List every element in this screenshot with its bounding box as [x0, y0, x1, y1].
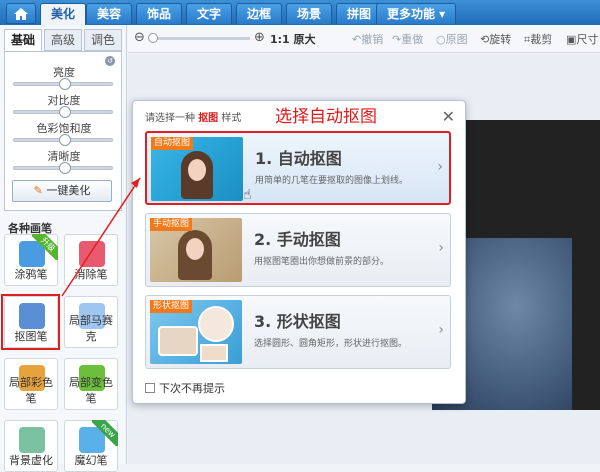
- brush-bg-blur[interactable]: 背景虚化: [4, 420, 58, 472]
- brush-local-color[interactable]: 局部彩色笔: [4, 358, 58, 410]
- eraser-icon: [79, 241, 105, 267]
- crop-label: 裁剪: [530, 33, 553, 46]
- brightness-knob[interactable]: [59, 78, 71, 90]
- brush-doodle[interactable]: 升级 涂鸦笔: [4, 234, 58, 286]
- tab-text[interactable]: 文字: [186, 3, 233, 24]
- sharpness-knob[interactable]: [59, 162, 71, 174]
- option-auto-cutout[interactable]: 自动抠图 1. 自动抠图 用简单的几笔在要抠取的图像上划线。 › ☝: [145, 131, 451, 205]
- brush-label: 局部变色笔: [69, 376, 113, 405]
- option-title: 1. 自动抠图: [255, 149, 342, 168]
- brush-mosaic[interactable]: 局部马赛克: [64, 296, 118, 348]
- home-button[interactable]: [6, 3, 36, 24]
- option-shape-cutout[interactable]: 形状抠图 3. 形状抠图 选择圆形、圆角矩形，形状进行抠图。 ›: [145, 295, 451, 369]
- subtab-bar: 基础 高级 调色: [4, 29, 122, 51]
- new-badge: new: [92, 420, 118, 446]
- subtab-basic[interactable]: 基础: [4, 29, 42, 51]
- brush-label: 消除笔: [74, 268, 108, 281]
- brightness-slider[interactable]: [13, 78, 113, 90]
- rotate-icon: ⟲: [480, 33, 490, 46]
- close-icon[interactable]: ✕: [442, 107, 455, 126]
- tab-accessories[interactable]: 饰品: [136, 3, 183, 24]
- saturation-knob[interactable]: [59, 134, 71, 146]
- brush-label: 局部马赛克: [69, 314, 113, 343]
- contrast-knob[interactable]: [59, 106, 71, 118]
- dialog-hint: 请选择一种 抠图 样式: [145, 113, 242, 124]
- cutout-brush-highlight: [1, 294, 60, 350]
- home-icon: [14, 7, 28, 20]
- saturation-slider[interactable]: [13, 134, 113, 146]
- dont-show-checkbox[interactable]: [145, 383, 155, 393]
- left-panel: 基础 高级 调色 ↺ 亮度 对比度 色彩饱和度 清晰度 ✎ 一键美化 各种画笔 …: [0, 25, 127, 472]
- option-title: 2. 手动抠图: [254, 230, 341, 249]
- tab-beautify[interactable]: 美化: [40, 3, 87, 25]
- resize-icon: ▣: [566, 33, 577, 46]
- rotate-button[interactable]: ⟲旋转: [480, 31, 511, 47]
- crop-button[interactable]: ⌗裁剪: [524, 31, 552, 47]
- tab-border[interactable]: 边框: [236, 3, 283, 24]
- resize-button[interactable]: ▣尺寸: [566, 31, 598, 47]
- dont-show-label: 下次不再提示: [159, 382, 225, 395]
- chevron-right-icon: ›: [438, 322, 444, 338]
- actual-size-button[interactable]: 1:1 原大: [270, 31, 316, 47]
- upgrade-badge: 升级: [32, 234, 58, 260]
- redo-icon: ↷: [392, 33, 402, 46]
- cutout-style-dialog: 请选择一种 抠图 样式 选择自动抠图 ✕ 自动抠图 1. 自动抠图 用简单的几笔…: [132, 100, 466, 404]
- option-desc: 用抠图笔圈出你想做前景的部分。: [254, 257, 390, 267]
- chevron-right-icon: ›: [437, 159, 443, 175]
- brush-label: 局部彩色笔: [9, 376, 53, 405]
- rotate-label: 旋转: [489, 33, 512, 46]
- brush-label: 背景虚化: [9, 454, 53, 467]
- original-button[interactable]: ○原图: [436, 31, 468, 47]
- annotation-text: 选择自动抠图: [275, 107, 377, 127]
- canvas-toolbar: ⊖ ⊕ 1:1 原大 ↶撤销 ↷重做 ○原图 ⟲旋转 ⌗裁剪 ▣尺寸: [128, 25, 600, 53]
- one-click-beautify-label: 一键美化: [46, 184, 91, 197]
- brush-eraser[interactable]: 消除笔: [64, 234, 118, 286]
- original-icon: ○: [436, 33, 446, 46]
- brush-label: 涂鸦笔: [14, 268, 48, 281]
- top-menu-bar: 美化 美容 饰品 文字 边框 场景 拼图 更多功能 ▾: [0, 0, 600, 25]
- dont-show-again[interactable]: 下次不再提示: [145, 380, 225, 396]
- brush-local-recolor[interactable]: 局部变色笔: [64, 358, 118, 410]
- sharpness-slider[interactable]: [13, 162, 113, 174]
- hand-cursor-icon: ☝: [243, 187, 252, 203]
- redo-button[interactable]: ↷重做: [392, 31, 423, 47]
- redo-label: 重做: [401, 33, 424, 46]
- zoom-knob[interactable]: [148, 33, 158, 43]
- option-tag: 形状抠图: [150, 300, 193, 313]
- option-manual-cutout[interactable]: 手动抠图 2. 手动抠图 用抠图笔圈出你想做前景的部分。 ›: [145, 213, 451, 287]
- one-click-beautify-button[interactable]: ✎ 一键美化: [12, 180, 112, 202]
- option-tag: 自动抠图: [151, 137, 194, 150]
- zoom-in-icon[interactable]: ⊕: [254, 30, 265, 45]
- brush-label: 魔幻笔: [74, 454, 108, 467]
- tab-more[interactable]: 更多功能 ▾: [376, 3, 457, 24]
- original-label: 原图: [445, 33, 468, 46]
- magic-wand-icon: ✎: [33, 184, 43, 197]
- subtab-advanced[interactable]: 高级: [44, 29, 82, 51]
- tab-face[interactable]: 美容: [86, 3, 133, 24]
- undo-icon: ↶: [352, 33, 362, 46]
- brush-magic[interactable]: new 魔幻笔: [64, 420, 118, 472]
- zoom-out-icon[interactable]: ⊖: [134, 30, 145, 45]
- option-tag: 手动抠图: [150, 218, 193, 231]
- contrast-slider[interactable]: [13, 106, 113, 118]
- zoom-slider[interactable]: [148, 33, 250, 43]
- resize-label: 尺寸: [576, 33, 599, 46]
- chevron-right-icon: ›: [438, 240, 444, 256]
- option-title: 3. 形状抠图: [254, 312, 341, 331]
- undo-button[interactable]: ↶撤销: [352, 31, 383, 47]
- option-desc: 选择圆形、圆角矩形，形状进行抠图。: [254, 339, 408, 349]
- blur-icon: [19, 427, 45, 453]
- tab-scene[interactable]: 场景: [286, 3, 333, 24]
- undo-label: 撤销: [361, 33, 384, 46]
- subtab-color[interactable]: 调色: [84, 29, 122, 51]
- option-desc: 用简单的几笔在要抠取的图像上划线。: [255, 176, 409, 186]
